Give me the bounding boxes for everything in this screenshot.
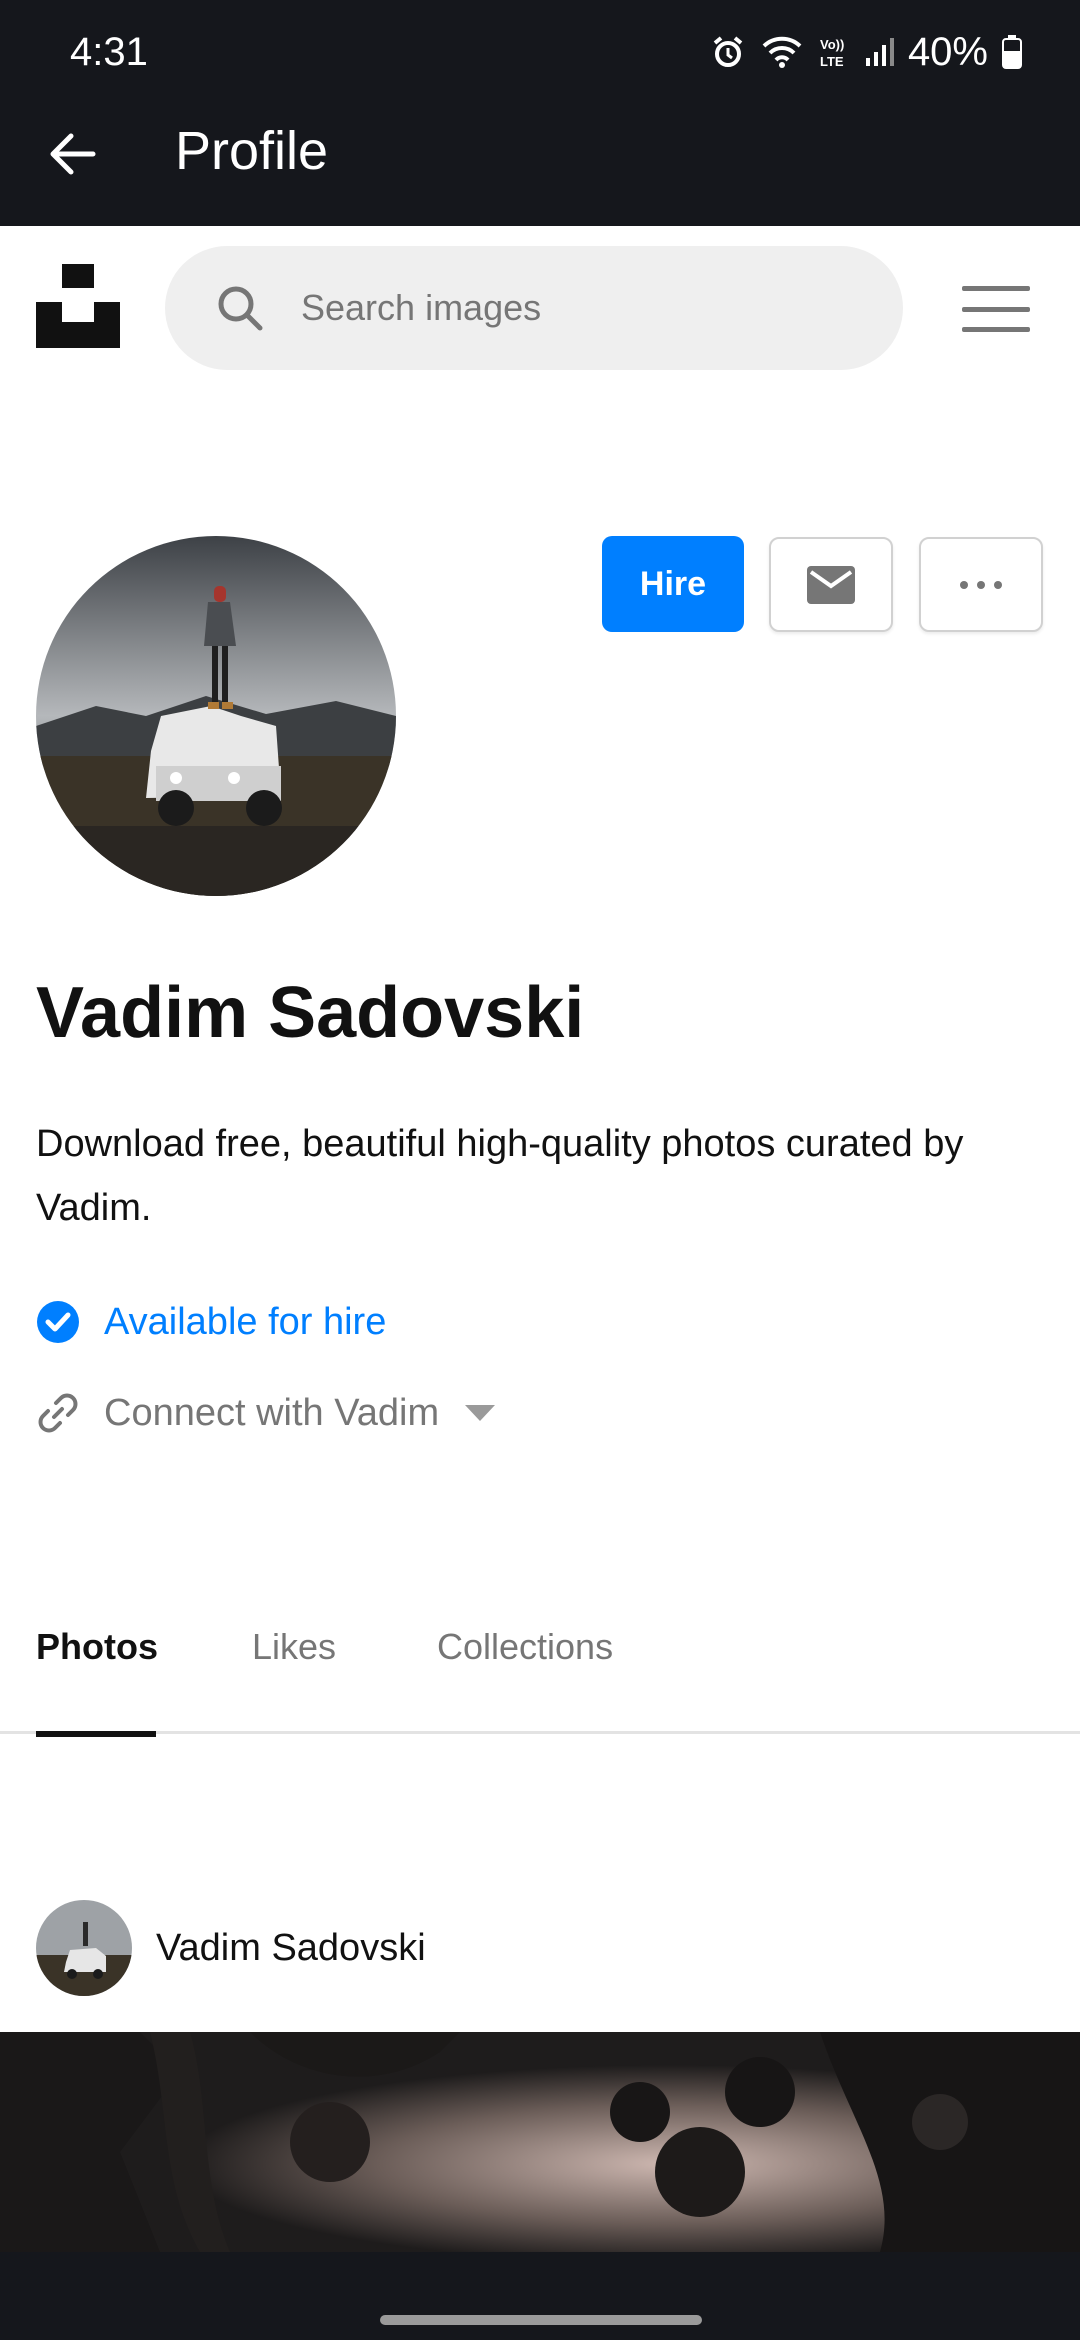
mail-icon [807,565,855,604]
page-title: Profile [175,121,329,181]
tab-likes[interactable]: Likes [252,1610,336,1734]
chevron-down-icon [465,1405,496,1421]
photo-preview[interactable] [0,2032,1080,2252]
link-icon [38,1393,78,1433]
photo-author[interactable]: Vadim Sadovski [36,1900,426,1996]
connect-label: Connect with Vadim [104,1391,440,1434]
back-button[interactable] [36,118,108,190]
avatar [36,1900,132,1996]
alarm-icon [710,34,746,70]
available-for-hire-label: Available for hire [104,1300,387,1343]
svg-text:LTE: LTE [820,54,844,69]
signal-icon [864,36,894,68]
search-icon [218,286,263,331]
message-button[interactable] [769,537,893,632]
profile-bio: Download free, beautiful high-quality ph… [36,1123,964,1229]
arrow-left-icon [50,133,96,175]
more-options-button[interactable] [919,537,1043,632]
photo-author-name: Vadim Sadovski [156,1926,426,1969]
tab-collections[interactable]: Collections [437,1610,613,1734]
unsplash-logo[interactable] [36,264,120,348]
system-nav-bar [0,2252,1080,2340]
site-header: Search images [0,226,1080,392]
profile-avatar [36,536,396,896]
profile-name: Vadim Sadovski [36,973,585,1053]
available-for-hire[interactable]: Available for hire [36,1296,386,1348]
profile-tabs: Photos Likes Collections [0,1610,1080,1737]
status-icons: Vo)) LTE 40% [710,28,1022,76]
hire-button[interactable]: Hire [602,536,744,632]
more-dot [977,580,985,589]
top-app-bar: 4:31 Vo)) LTE 40% Profile [0,0,1080,226]
home-gesture-bar[interactable] [380,2315,702,2325]
check-circle-icon [37,1301,79,1343]
connect-dropdown[interactable]: Connect with Vadim [36,1385,496,1441]
tab-photos[interactable]: Photos [36,1610,158,1737]
wifi-icon [760,34,804,70]
more-horizontal-icon [960,580,968,589]
hamburger-menu-icon[interactable] [962,286,1030,332]
status-time: 4:31 [70,30,148,74]
search-placeholder: Search images [301,287,542,328]
battery-icon [1002,35,1022,69]
more-dot [994,580,1002,589]
volte-icon: Vo)) LTE [818,34,850,70]
svg-text:Vo)): Vo)) [820,37,844,52]
battery-percentage: 40% [907,29,988,74]
search-input[interactable]: Search images [165,246,903,370]
